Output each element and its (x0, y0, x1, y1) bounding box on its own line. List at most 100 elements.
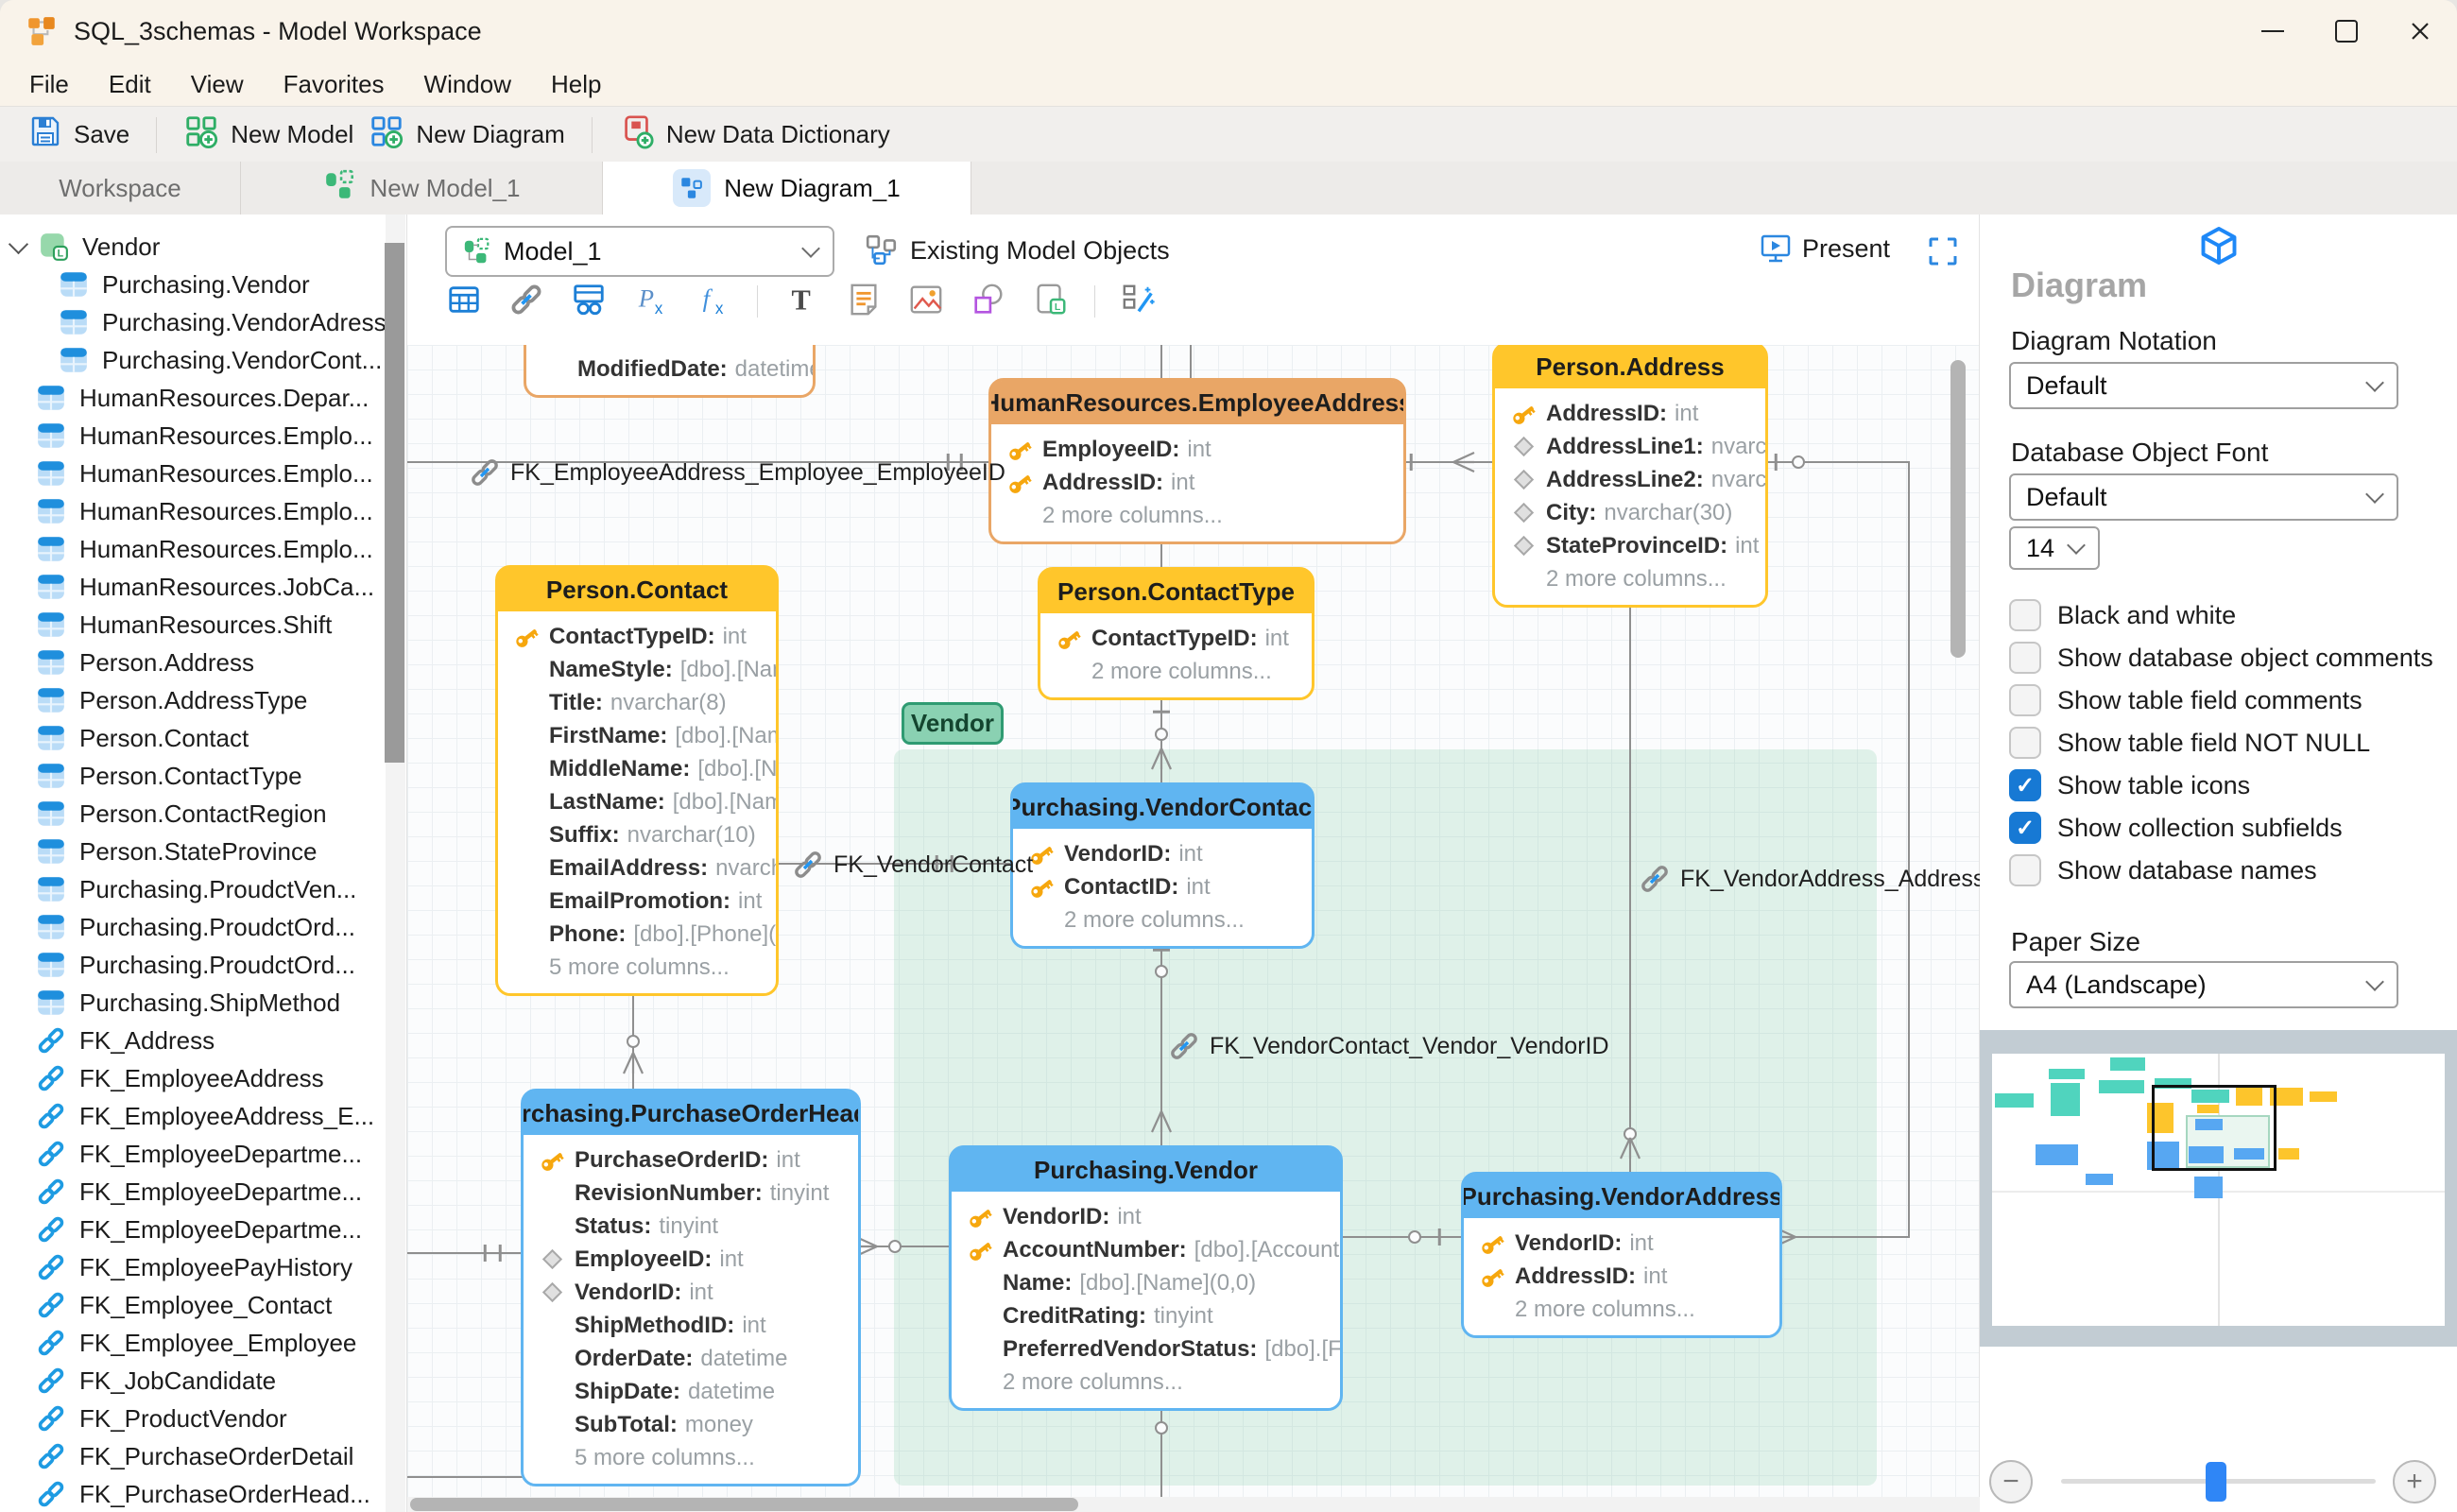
sidebar-item-person-address[interactable]: Person.Address (0, 644, 406, 681)
minimap[interactable] (1980, 1030, 2457, 1347)
existing-model-objects-button[interactable]: Existing Model Objects (865, 233, 1170, 267)
fullscreen-button[interactable] (1927, 235, 1959, 272)
table-person-contacttype[interactable]: Person.ContactType ContactTypeID: int 2 mor… (1038, 567, 1314, 700)
table-field-row[interactable]: Suffix: nvarchar(10) (498, 818, 776, 851)
table-field-row[interactable]: EmployeeID: int (991, 433, 1403, 466)
new-model-button[interactable]: New Model (176, 113, 361, 156)
table-field-row[interactable]: EmailPromotion: int (498, 885, 776, 918)
diagram-canvas[interactable]: VendorModifiedDate:datetimeHumanResource… (407, 345, 1980, 1512)
table-field-row[interactable]: Status: tinyint (524, 1210, 858, 1243)
table-field-row[interactable]: MiddleName:[dbo].[Name]... (498, 752, 776, 785)
checkbox-show-collection-subfields[interactable]: ✓ Show collection subfields (2009, 809, 2343, 847)
table-field-row[interactable]: VendorID: int (1013, 837, 1312, 870)
table-field-row[interactable]: AddressID: int (1495, 397, 1765, 430)
menu-item-edit[interactable]: Edit (89, 62, 171, 106)
canvas-hscrollbar-thumb[interactable] (410, 1498, 1078, 1511)
table-title[interactable]: Purchasing.Vendor (952, 1148, 1340, 1192)
table-purchasing-vendorcontact[interactable]: Purchasing.VendorContact VendorID: int Cont… (1010, 782, 1314, 949)
table-field-row[interactable]: NameStyle:[dbo].[NameSt... (498, 653, 776, 686)
sidebar-item-fk-employeedepartme-[interactable]: FK_EmployeeDepartme... (0, 1135, 406, 1173)
sidebar-item-humanresources-emplo-[interactable]: HumanResources.Emplo... (0, 530, 406, 568)
new-data-dictionary-button[interactable]: New Data Dictionary (611, 113, 898, 156)
sidebar-scrollbar-thumb[interactable] (385, 243, 404, 763)
sidebar-item-humanresources-emplo-[interactable]: HumanResources.Emplo... (0, 417, 406, 455)
checkbox-show-table-icons[interactable]: ✓ Show table icons (2009, 766, 2250, 804)
sidebar-item-person-addresstype[interactable]: Person.AddressType (0, 681, 406, 719)
table-tool-button[interactable] (445, 283, 483, 320)
checkbox-box[interactable] (2009, 684, 2041, 716)
checkbox-show-database-names[interactable]: Show database names (2009, 851, 2317, 889)
checkbox-show-database-object-comments[interactable]: Show database object comments (2009, 639, 2433, 677)
minimap-viewport[interactable] (2152, 1085, 2277, 1171)
checkbox-box[interactable] (2009, 599, 2041, 631)
sidebar-item-fk-employee-employee[interactable]: FK_Employee_Employee (0, 1324, 406, 1362)
sidebar-item-person-contact[interactable]: Person.Contact (0, 719, 406, 757)
sidebar-item-humanresources-jobca-[interactable]: HumanResources.JobCa... (0, 568, 406, 606)
more-columns-row[interactable]: 5 more columns... (524, 1441, 858, 1474)
table-field-row[interactable]: VendorID: int (952, 1200, 1340, 1233)
image-tool-button[interactable] (907, 283, 945, 320)
sidebar-item-purchasing-shipmethod[interactable]: Purchasing.ShipMethod (0, 984, 406, 1022)
table-clipped[interactable]: ModifiedDate:datetime (524, 345, 816, 398)
tab-new-diagram_1[interactable]: New Diagram_1 (603, 162, 971, 215)
table-field-row[interactable]: AddressID: int (1464, 1260, 1779, 1293)
table-field-row[interactable]: ShipDate: datetime (524, 1375, 858, 1408)
database-object-font-select[interactable]: Default (2009, 473, 2398, 521)
checkbox-black-and-white[interactable]: Black and white (2009, 596, 2236, 634)
menu-item-view[interactable]: View (171, 62, 264, 106)
table-field-row[interactable]: Name: [dbo].[Name](0,0) (952, 1266, 1340, 1299)
close-button[interactable] (2383, 0, 2457, 62)
sidebar-item-purchasing-proudctord-[interactable]: Purchasing.ProudctOrd... (0, 946, 406, 984)
sidebar-item-fk-employeeaddress[interactable]: FK_EmployeeAddress (0, 1059, 406, 1097)
sidebar-item-fk-purchaseorderdetail[interactable]: FK_PurchaseOrderDetail (0, 1437, 406, 1475)
checkbox-show-table-field-comments[interactable]: Show table field comments (2009, 681, 2362, 719)
function-tool-button[interactable]: fx (695, 283, 732, 320)
table-field-row[interactable]: LastName: [dbo].[Name](0... (498, 785, 776, 818)
table-field-row[interactable]: ContactTypeID: int (1040, 622, 1312, 655)
table-title[interactable]: HumanResources.EmployeeAddress (991, 381, 1403, 424)
table-field-row[interactable]: StateProvinceID: int (1495, 529, 1765, 562)
sidebar-item-fk-jobcandidate[interactable]: FK_JobCandidate (0, 1362, 406, 1400)
tree-expand-chevron-icon[interactable] (8, 233, 29, 254)
table-person-contact[interactable]: Person.Contact ContactTypeID: int NameStyle… (495, 565, 779, 996)
procedure-tool-button[interactable]: Px (632, 283, 670, 320)
checkbox-show-table-field-not-null[interactable]: Show table field NOT NULL (2009, 724, 2370, 762)
table-title[interactable]: Person.ContactType (1040, 570, 1312, 613)
canvas-hscrollbar[interactable] (407, 1497, 1980, 1512)
table-humanresources-employeeaddress[interactable]: HumanResources.EmployeeAddress EmployeeID… (988, 378, 1406, 544)
checkbox-box[interactable] (2009, 642, 2041, 674)
relationship-tool-button[interactable] (507, 283, 545, 320)
sidebar-item-humanresources-emplo-[interactable]: HumanResources.Emplo... (0, 455, 406, 492)
table-field-row[interactable]: Title: nvarchar(8) (498, 686, 776, 719)
diagram-notation-select[interactable]: Default (2009, 362, 2398, 409)
table-title[interactable]: Person.Contact (498, 568, 776, 611)
menu-item-window[interactable]: Window (404, 62, 531, 106)
table-person-address[interactable]: Person.Address AddressID: int AddressLine1:… (1492, 345, 1768, 608)
zoom-in-button[interactable]: + (2393, 1460, 2436, 1503)
sidebar-item-purchasing-proudctord-[interactable]: Purchasing.ProudctOrd... (0, 908, 406, 946)
table-purchasing-purchaseorderheader[interactable]: Purchasing.PurchaseOrderHeader PurchaseOr… (521, 1089, 861, 1486)
table-field-row[interactable]: City: nvarchar(30) (1495, 496, 1765, 529)
model-selector[interactable]: Model_1 (445, 226, 834, 277)
table-title[interactable]: Purchasing.VendorContact (1013, 785, 1312, 829)
sidebar-item-vendor[interactable]: L Vendor (0, 228, 406, 266)
table-field-row[interactable]: RevisionNumber: tinyint (524, 1177, 858, 1210)
sidebar-item-purchasing-vendor[interactable]: Purchasing.Vendor (0, 266, 406, 303)
table-field-row[interactable]: EmployeeID: int (524, 1243, 858, 1276)
present-button[interactable]: Present (1759, 232, 1890, 266)
text-tool-button[interactable]: T (782, 283, 820, 320)
table-field-row[interactable]: EmailAddress:nvarchar(50) (498, 851, 776, 885)
save-button[interactable]: Save (21, 114, 137, 155)
checkbox-box[interactable]: ✓ (2009, 769, 2041, 801)
table-field-row[interactable]: PurchaseOrderID: int (524, 1143, 858, 1177)
menu-item-help[interactable]: Help (531, 62, 621, 106)
table-field-row[interactable]: ContactTypeID: int (498, 620, 776, 653)
table-field-row[interactable]: AccountNumber: [dbo].[AccountNumber]... (952, 1233, 1340, 1266)
shape-tool-button[interactable] (970, 283, 1007, 320)
sidebar-item-fk-employeedepartme-[interactable]: FK_EmployeeDepartme... (0, 1211, 406, 1248)
sidebar-item-fk-employeedepartme-[interactable]: FK_EmployeeDepartme... (0, 1173, 406, 1211)
sidebar-item-humanresources-shift[interactable]: HumanResources.Shift (0, 606, 406, 644)
checkbox-box[interactable] (2009, 727, 2041, 759)
font-size-select[interactable]: 14 (2009, 526, 2100, 570)
sidebar-item-fk-employee-contact[interactable]: FK_Employee_Contact (0, 1286, 406, 1324)
